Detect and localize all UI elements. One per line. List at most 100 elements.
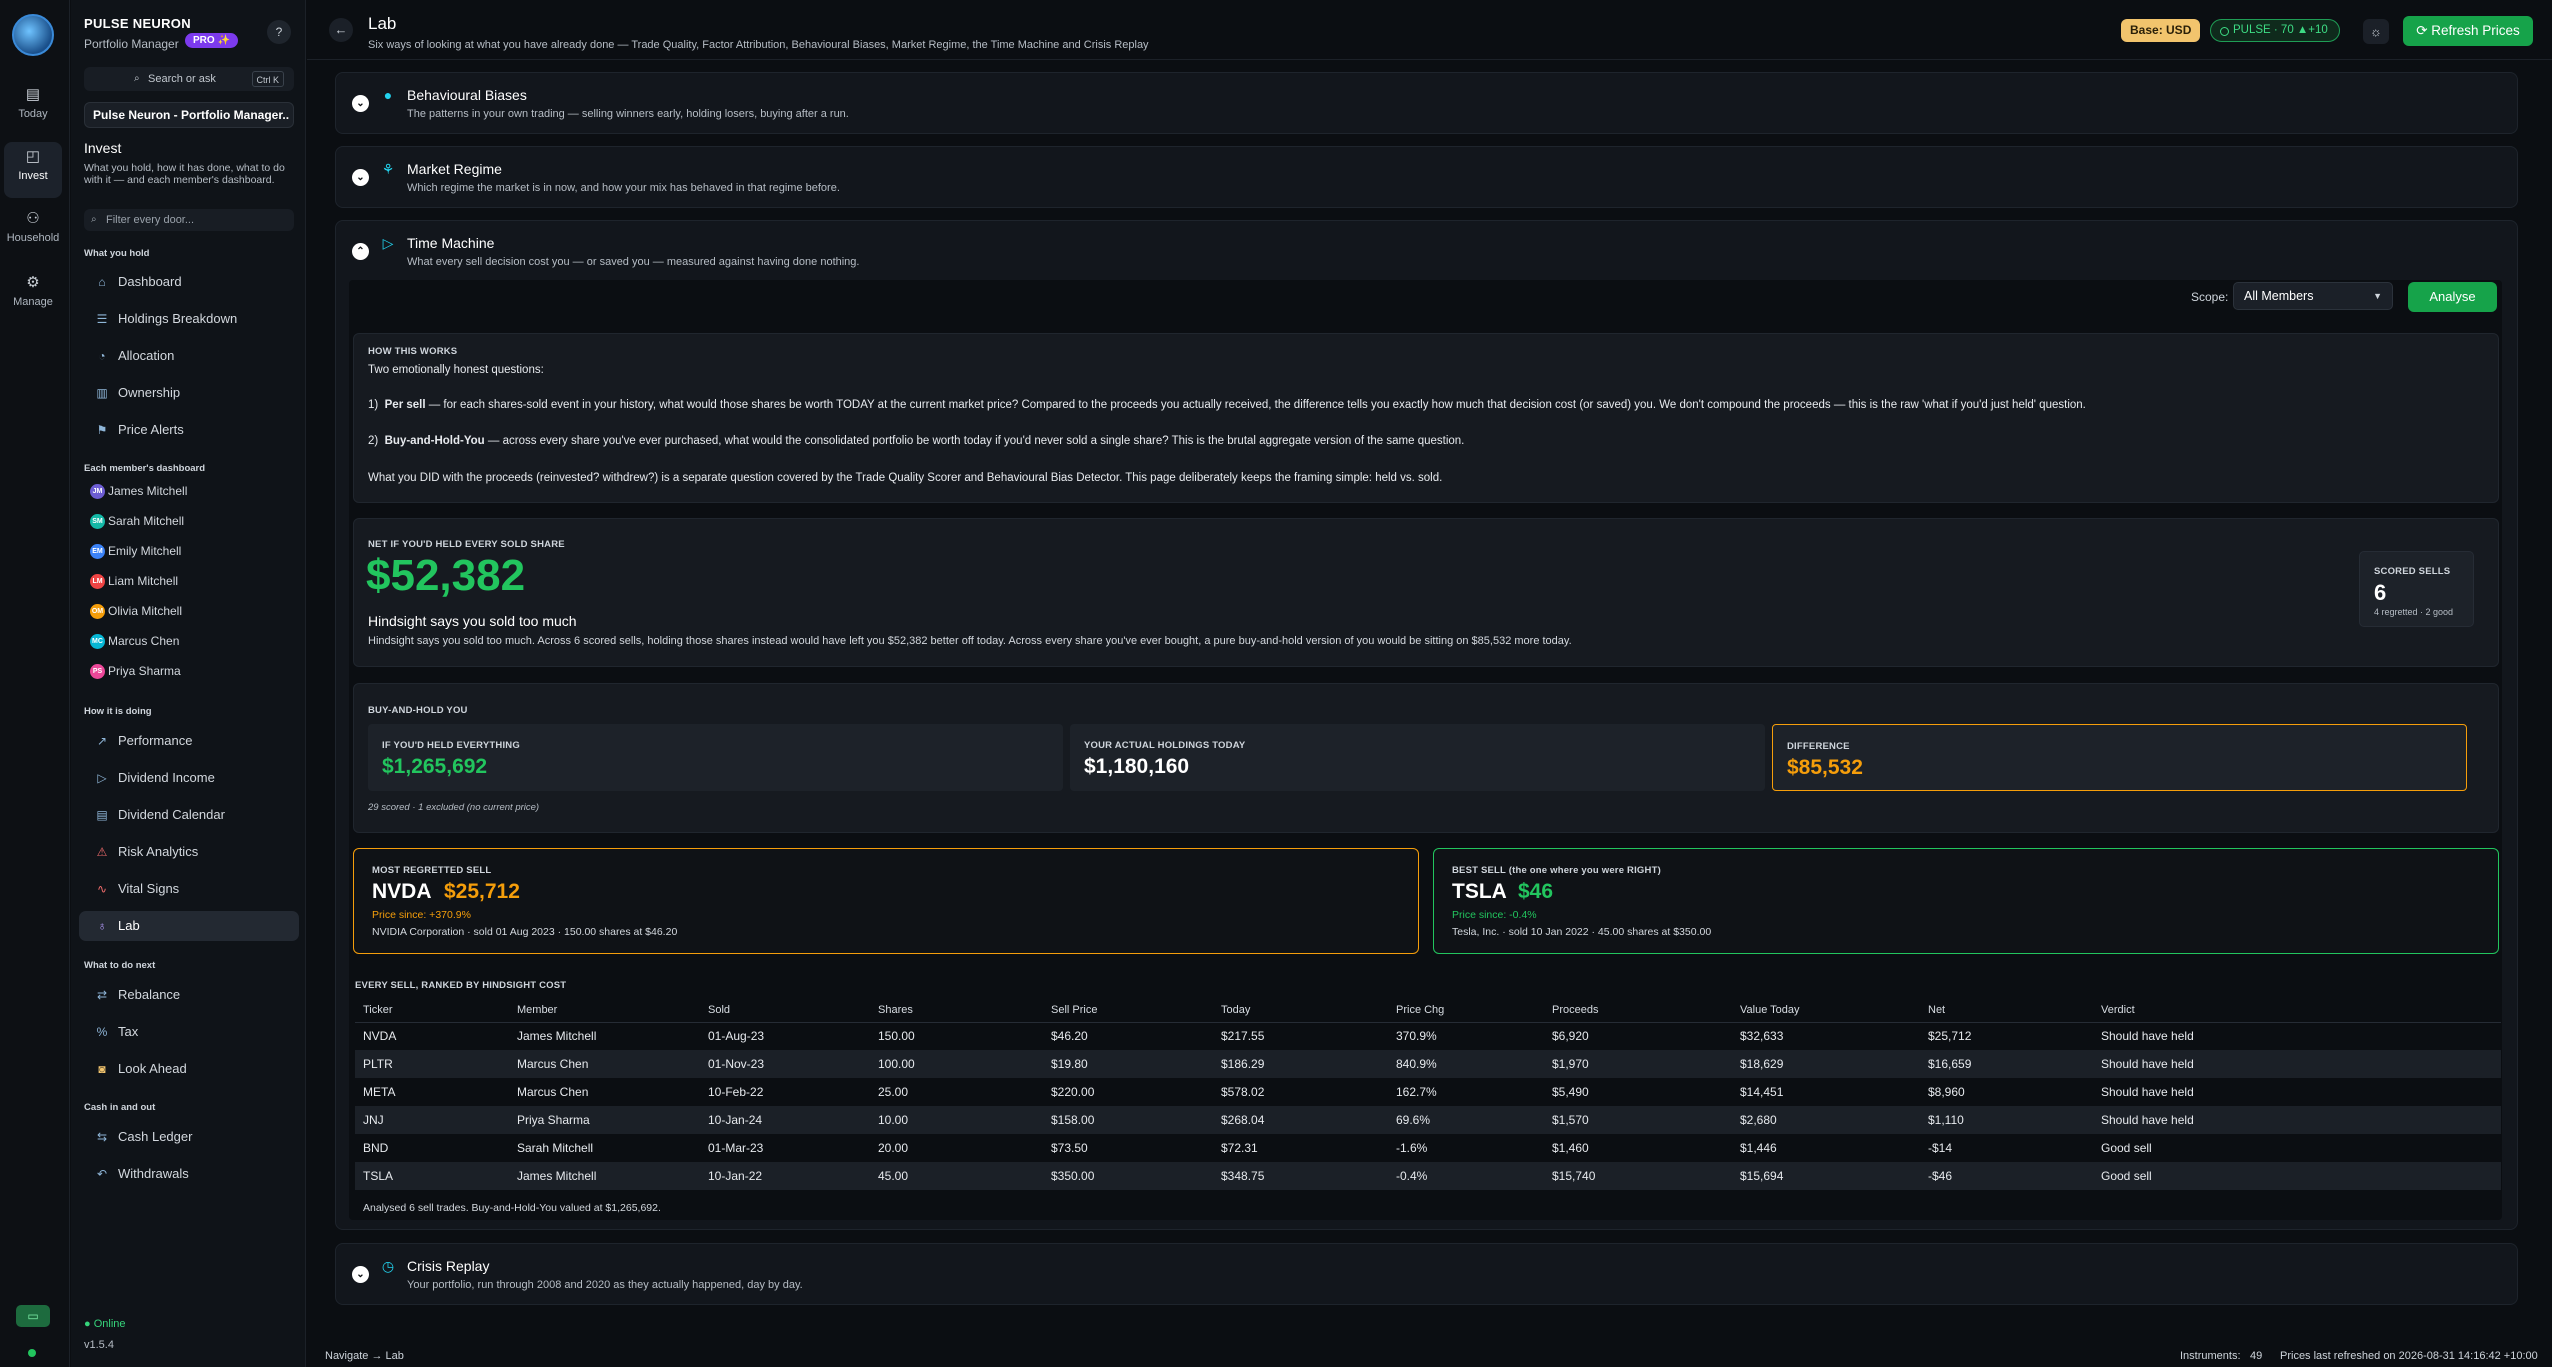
col-sell-price[interactable]: Sell Price	[1051, 1004, 1097, 1016]
terminal-icon[interactable]: ▭	[16, 1305, 50, 1327]
chevron-down-icon[interactable]: ⌄	[352, 95, 369, 112]
col-ticker[interactable]: Ticker	[363, 1004, 393, 1016]
col-value-today[interactable]: Value Today	[1740, 1004, 1800, 1016]
net-description: Hindsight says you sold too much. Across…	[368, 635, 1572, 647]
nav-lab[interactable]: ♁ Lab	[79, 911, 299, 941]
panel-crisis-replay[interactable]: ⌄ ◷ Crisis Replay Your portfolio, run th…	[335, 1243, 2518, 1305]
col-member[interactable]: Member	[517, 1004, 557, 1016]
table-cell: $15,740	[1552, 1169, 1596, 1183]
col-today[interactable]: Today	[1221, 1004, 1250, 1016]
table-cell: $350.00	[1051, 1169, 1095, 1183]
nav-withdrawals[interactable]: ↶ Withdrawals	[79, 1159, 299, 1189]
nav-performance[interactable]: ↗ Performance	[79, 726, 299, 756]
rail-household[interactable]: ⚇ Household	[0, 204, 66, 260]
rail-invest[interactable]: ◰ Invest	[4, 142, 62, 198]
nav-dividend-calendar[interactable]: ▤ Dividend Calendar	[79, 800, 299, 830]
nav-risk-analytics[interactable]: ⚠ Risk Analytics	[79, 837, 299, 867]
nav-ownership[interactable]: ▥ Ownership	[79, 378, 299, 408]
back-arrow-icon[interactable]: ←	[329, 18, 353, 42]
table-cell: $2,680	[1740, 1113, 1777, 1127]
rail-today[interactable]: ▤ Today	[0, 80, 66, 136]
chevron-down-icon[interactable]: ⌄	[352, 1266, 369, 1283]
brain-logo-icon[interactable]	[12, 14, 54, 56]
member-liam-mitchell[interactable]: LM Liam Mitchell	[84, 570, 178, 592]
table-cell: 20.00	[878, 1141, 909, 1155]
member-emily-mitchell[interactable]: EM Emily Mitchell	[84, 540, 181, 562]
table-cell: $15,694	[1740, 1169, 1784, 1183]
panel-behavioural-biases[interactable]: ⌄ ● Behavioural Biases The patterns in y…	[335, 72, 2518, 134]
member-sarah-mitchell[interactable]: SM Sarah Mitchell	[84, 510, 184, 532]
sun-icon[interactable]: ☼	[2363, 19, 2389, 44]
chevron-down-icon[interactable]: ⌄	[352, 169, 369, 186]
member-james-mitchell[interactable]: JM James Mitchell	[84, 480, 187, 502]
filter-input[interactable]: ⌕ Filter every door...	[84, 209, 294, 231]
search-input[interactable]: ⌕ Search or ask Ctrl K	[84, 67, 294, 91]
best-sell-card: BEST SELL (the one where you were RIGHT)…	[1433, 848, 2499, 954]
scope-select[interactable]: All Members ▼	[2233, 282, 2393, 310]
panel-title: Time Machine	[407, 235, 495, 251]
gear-icon: ⚙	[26, 274, 40, 291]
page-title: Lab	[368, 14, 397, 33]
difference-value: $85,532	[1787, 756, 1863, 779]
table-row[interactable]: JNJ Priya Sharma 10-Jan-24 10.00 $158.00 $268…	[355, 1106, 2501, 1134]
online-dot	[28, 1349, 36, 1357]
col-verdict[interactable]: Verdict	[2101, 1004, 2135, 1016]
how-footer: What you DID with the proceeds (reinvest…	[368, 472, 1443, 484]
table-cell: $158.00	[1051, 1113, 1095, 1127]
pulse-score-badge[interactable]: PULSE · 70 ▲+10	[2210, 19, 2340, 42]
col-net[interactable]: Net	[1928, 1004, 1945, 1016]
nav-holdings-breakdown[interactable]: ☰ Holdings Breakdown	[79, 304, 299, 334]
table-cell: 01-Aug-23	[708, 1029, 765, 1043]
table-cell: $46.20	[1051, 1029, 1088, 1043]
table-row[interactable]: BND Sarah Mitchell 01-Mar-23 20.00 $73.50 $72…	[355, 1134, 2501, 1162]
nav-rebalance[interactable]: ⇄ Rebalance	[79, 980, 299, 1010]
nav-tax[interactable]: % Tax	[79, 1017, 299, 1047]
table-cell: Priya Sharma	[517, 1113, 590, 1127]
table-row[interactable]: PLTR Marcus Chen 01-Nov-23 100.00 $19.80 $186…	[355, 1050, 2501, 1078]
best-detail: Tesla, Inc. · sold 10 Jan 2022 · 45.00 s…	[1452, 926, 1712, 938]
rail-manage[interactable]: ⚙ Manage	[0, 268, 66, 324]
member-marcus-chen[interactable]: MC Marcus Chen	[84, 630, 179, 652]
search-icon: ⌕	[134, 73, 140, 84]
nav-allocation[interactable]: ◔ Allocation	[79, 341, 299, 371]
top-bar: ← Lab Six ways of looking at what you ha…	[307, 0, 2552, 60]
exchange-icon: ⇆	[96, 1130, 108, 1144]
nav-look-ahead[interactable]: ◙ Look Ahead	[79, 1054, 299, 1084]
panel-description: Your portfolio, run through 2008 and 202…	[407, 1279, 803, 1291]
nav-cash-ledger[interactable]: ⇆ Cash Ledger	[79, 1122, 299, 1152]
nav-dividend-income[interactable]: ▷ Dividend Income	[79, 763, 299, 793]
table-row[interactable]: TSLA James Mitchell 10-Jan-22 45.00 $350.00 $…	[355, 1162, 2501, 1190]
pulse-icon: ∿	[96, 882, 108, 896]
table-cell: $348.75	[1221, 1169, 1265, 1183]
table-cell: $1,970	[1552, 1057, 1589, 1071]
table-cell: 10.00	[878, 1113, 909, 1127]
chevron-up-icon[interactable]: ⌃	[352, 243, 369, 260]
member-olivia-mitchell[interactable]: OM Olivia Mitchell	[84, 600, 182, 622]
col-sold[interactable]: Sold	[708, 1004, 730, 1016]
table-cell: James Mitchell	[517, 1169, 597, 1183]
table-row[interactable]: META Marcus Chen 10-Feb-22 25.00 $220.00 $578…	[355, 1078, 2501, 1106]
table-row[interactable]: NVDA James Mitchell 01-Aug-23 150.00 $46.20 $…	[355, 1022, 2501, 1050]
analyse-button[interactable]: Analyse	[2408, 282, 2497, 312]
col-price-chg[interactable]: Price Chg	[1396, 1004, 1444, 1016]
bulb-icon: ♁	[97, 919, 107, 933]
nav-vital-signs[interactable]: ∿ Vital Signs	[79, 874, 299, 904]
panel-market-regime[interactable]: ⌄ ⚘ Market Regime Which regime the marke…	[335, 146, 2518, 208]
warning-icon: ⚠	[96, 845, 108, 859]
col-shares[interactable]: Shares	[878, 1004, 913, 1016]
nav-price-alerts[interactable]: ⚑ Price Alerts	[79, 415, 299, 445]
percent-icon: %	[96, 1025, 108, 1039]
pro-badge: PRO ✨	[185, 33, 238, 48]
table-cell: $1,570	[1552, 1113, 1589, 1127]
refresh-prices-button[interactable]: ⟳ Refresh Prices	[2403, 16, 2533, 46]
help-button[interactable]: ?	[267, 20, 291, 44]
base-currency-badge[interactable]: Base: USD	[2121, 19, 2201, 42]
table-cell: BND	[363, 1141, 389, 1155]
nav-dashboard[interactable]: ⌂ Dashboard	[79, 267, 299, 297]
table-cell: James Mitchell	[517, 1029, 597, 1043]
member-priya-sharma[interactable]: PS Priya Sharma	[84, 660, 181, 682]
col-proceeds[interactable]: Proceeds	[1552, 1004, 1598, 1016]
workspace-selector[interactable]: Pulse Neuron - Portfolio Manager..	[84, 102, 294, 128]
regret-price-since: Price since: +370.9%	[372, 909, 471, 921]
scored-sells-tile: SCORED SELLS 6 4 regretted · 2 good	[2359, 551, 2474, 627]
